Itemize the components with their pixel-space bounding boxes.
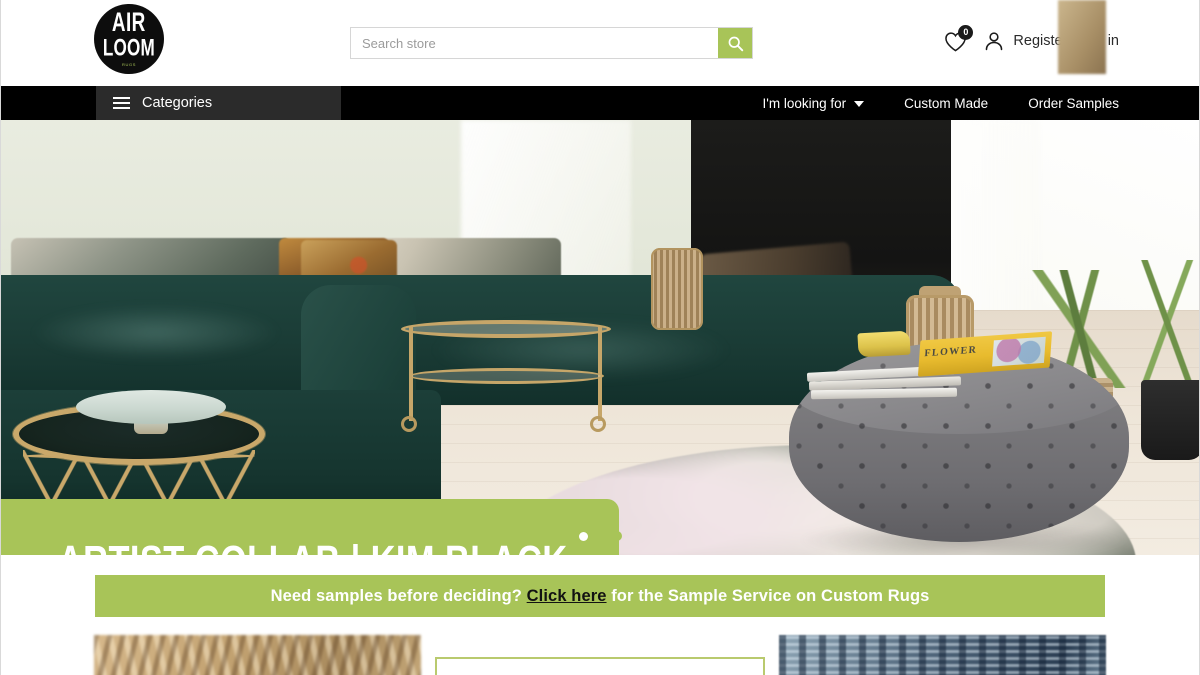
logo-text-air: AIR: [112, 7, 146, 37]
categories-label: Categories: [142, 95, 213, 111]
promo-click-here-link[interactable]: Click here: [527, 587, 607, 605]
palm-plant-far-right: [1126, 260, 1199, 385]
nav-links: I'm looking for Custom Made Order Sample…: [763, 86, 1119, 120]
chevron-down-icon: [854, 101, 865, 107]
flower-book-title: FLOWER: [924, 344, 978, 360]
carousel-dot-1[interactable]: [578, 531, 588, 541]
site-header: AIR LOOM RUGS 0: [1, 0, 1199, 86]
sample-service-banner[interactable]: Need samples before deciding? Click here…: [95, 575, 1105, 617]
hero-carousel[interactable]: FLOWER ARTIST COLLAB | KIM BLACK: [1, 120, 1199, 555]
carousel-dot-2-active[interactable]: [599, 531, 622, 541]
search-input[interactable]: [351, 28, 718, 58]
logo-subtext: RUGS: [122, 61, 136, 67]
black-plant-pot: [1141, 380, 1199, 460]
page-root: AIR LOOM RUGS 0: [0, 0, 1200, 675]
nav-item-label: Order Samples: [1028, 95, 1119, 111]
promo-text-after: for the Sample Service on Custom Rugs: [606, 586, 930, 605]
category-tiles: [1, 635, 1199, 675]
search-bar: [350, 27, 753, 59]
gold-trolley-top: [401, 320, 611, 338]
promo-text-before: Need samples before deciding?: [270, 586, 527, 605]
logo-text-loom: LOOM: [102, 34, 156, 62]
categories-menu-button[interactable]: Categories: [96, 86, 341, 120]
search-icon: [728, 36, 743, 51]
nav-item-label: I'm looking for: [762, 95, 847, 111]
nav-item-label: Custom Made: [904, 95, 989, 111]
sofa-highlight: [31, 305, 281, 360]
hamburger-icon: [113, 97, 130, 109]
wishlist-count-badge: 0: [958, 24, 974, 40]
tile-woven-rug[interactable]: [779, 635, 1107, 675]
user-icon: [986, 32, 1003, 51]
gold-trolley-shelf: [409, 368, 604, 384]
carousel-pagination: [1, 531, 1199, 541]
promo-section: Need samples before deciding? Click here…: [1, 555, 1199, 635]
ceramic-bowl: [76, 390, 226, 424]
flower-book-cover-art: [992, 336, 1046, 367]
hero-caption-panel[interactable]: ARTIST COLLAB | KIM BLACK: [1, 499, 619, 555]
hero-room-photo: FLOWER: [1, 120, 1199, 555]
tile-woven-rug-fringe: [1058, 0, 1106, 74]
nav-item-im-looking-for[interactable]: I'm looking for: [763, 96, 865, 111]
yellow-glass-bowl: [857, 330, 911, 358]
main-navigation: Categories I'm looking for Custom Made O…: [1, 86, 1199, 120]
wishlist-button[interactable]: 0: [944, 24, 974, 52]
nav-item-order-samples[interactable]: Order Samples: [1028, 96, 1119, 111]
promo-text: Need samples before deciding? Click here…: [271, 587, 930, 606]
nav-item-custom-made[interactable]: Custom Made: [904, 96, 988, 111]
search-button[interactable]: [718, 28, 752, 58]
trolley-wheel-left: [401, 416, 417, 432]
tile-shag-rug[interactable]: [94, 635, 421, 675]
site-logo[interactable]: AIR LOOM RUGS: [94, 4, 164, 74]
rattan-lantern-left: [651, 248, 703, 330]
tile-promo-card[interactable]: [434, 657, 766, 675]
trolley-wheel-right: [590, 416, 606, 432]
